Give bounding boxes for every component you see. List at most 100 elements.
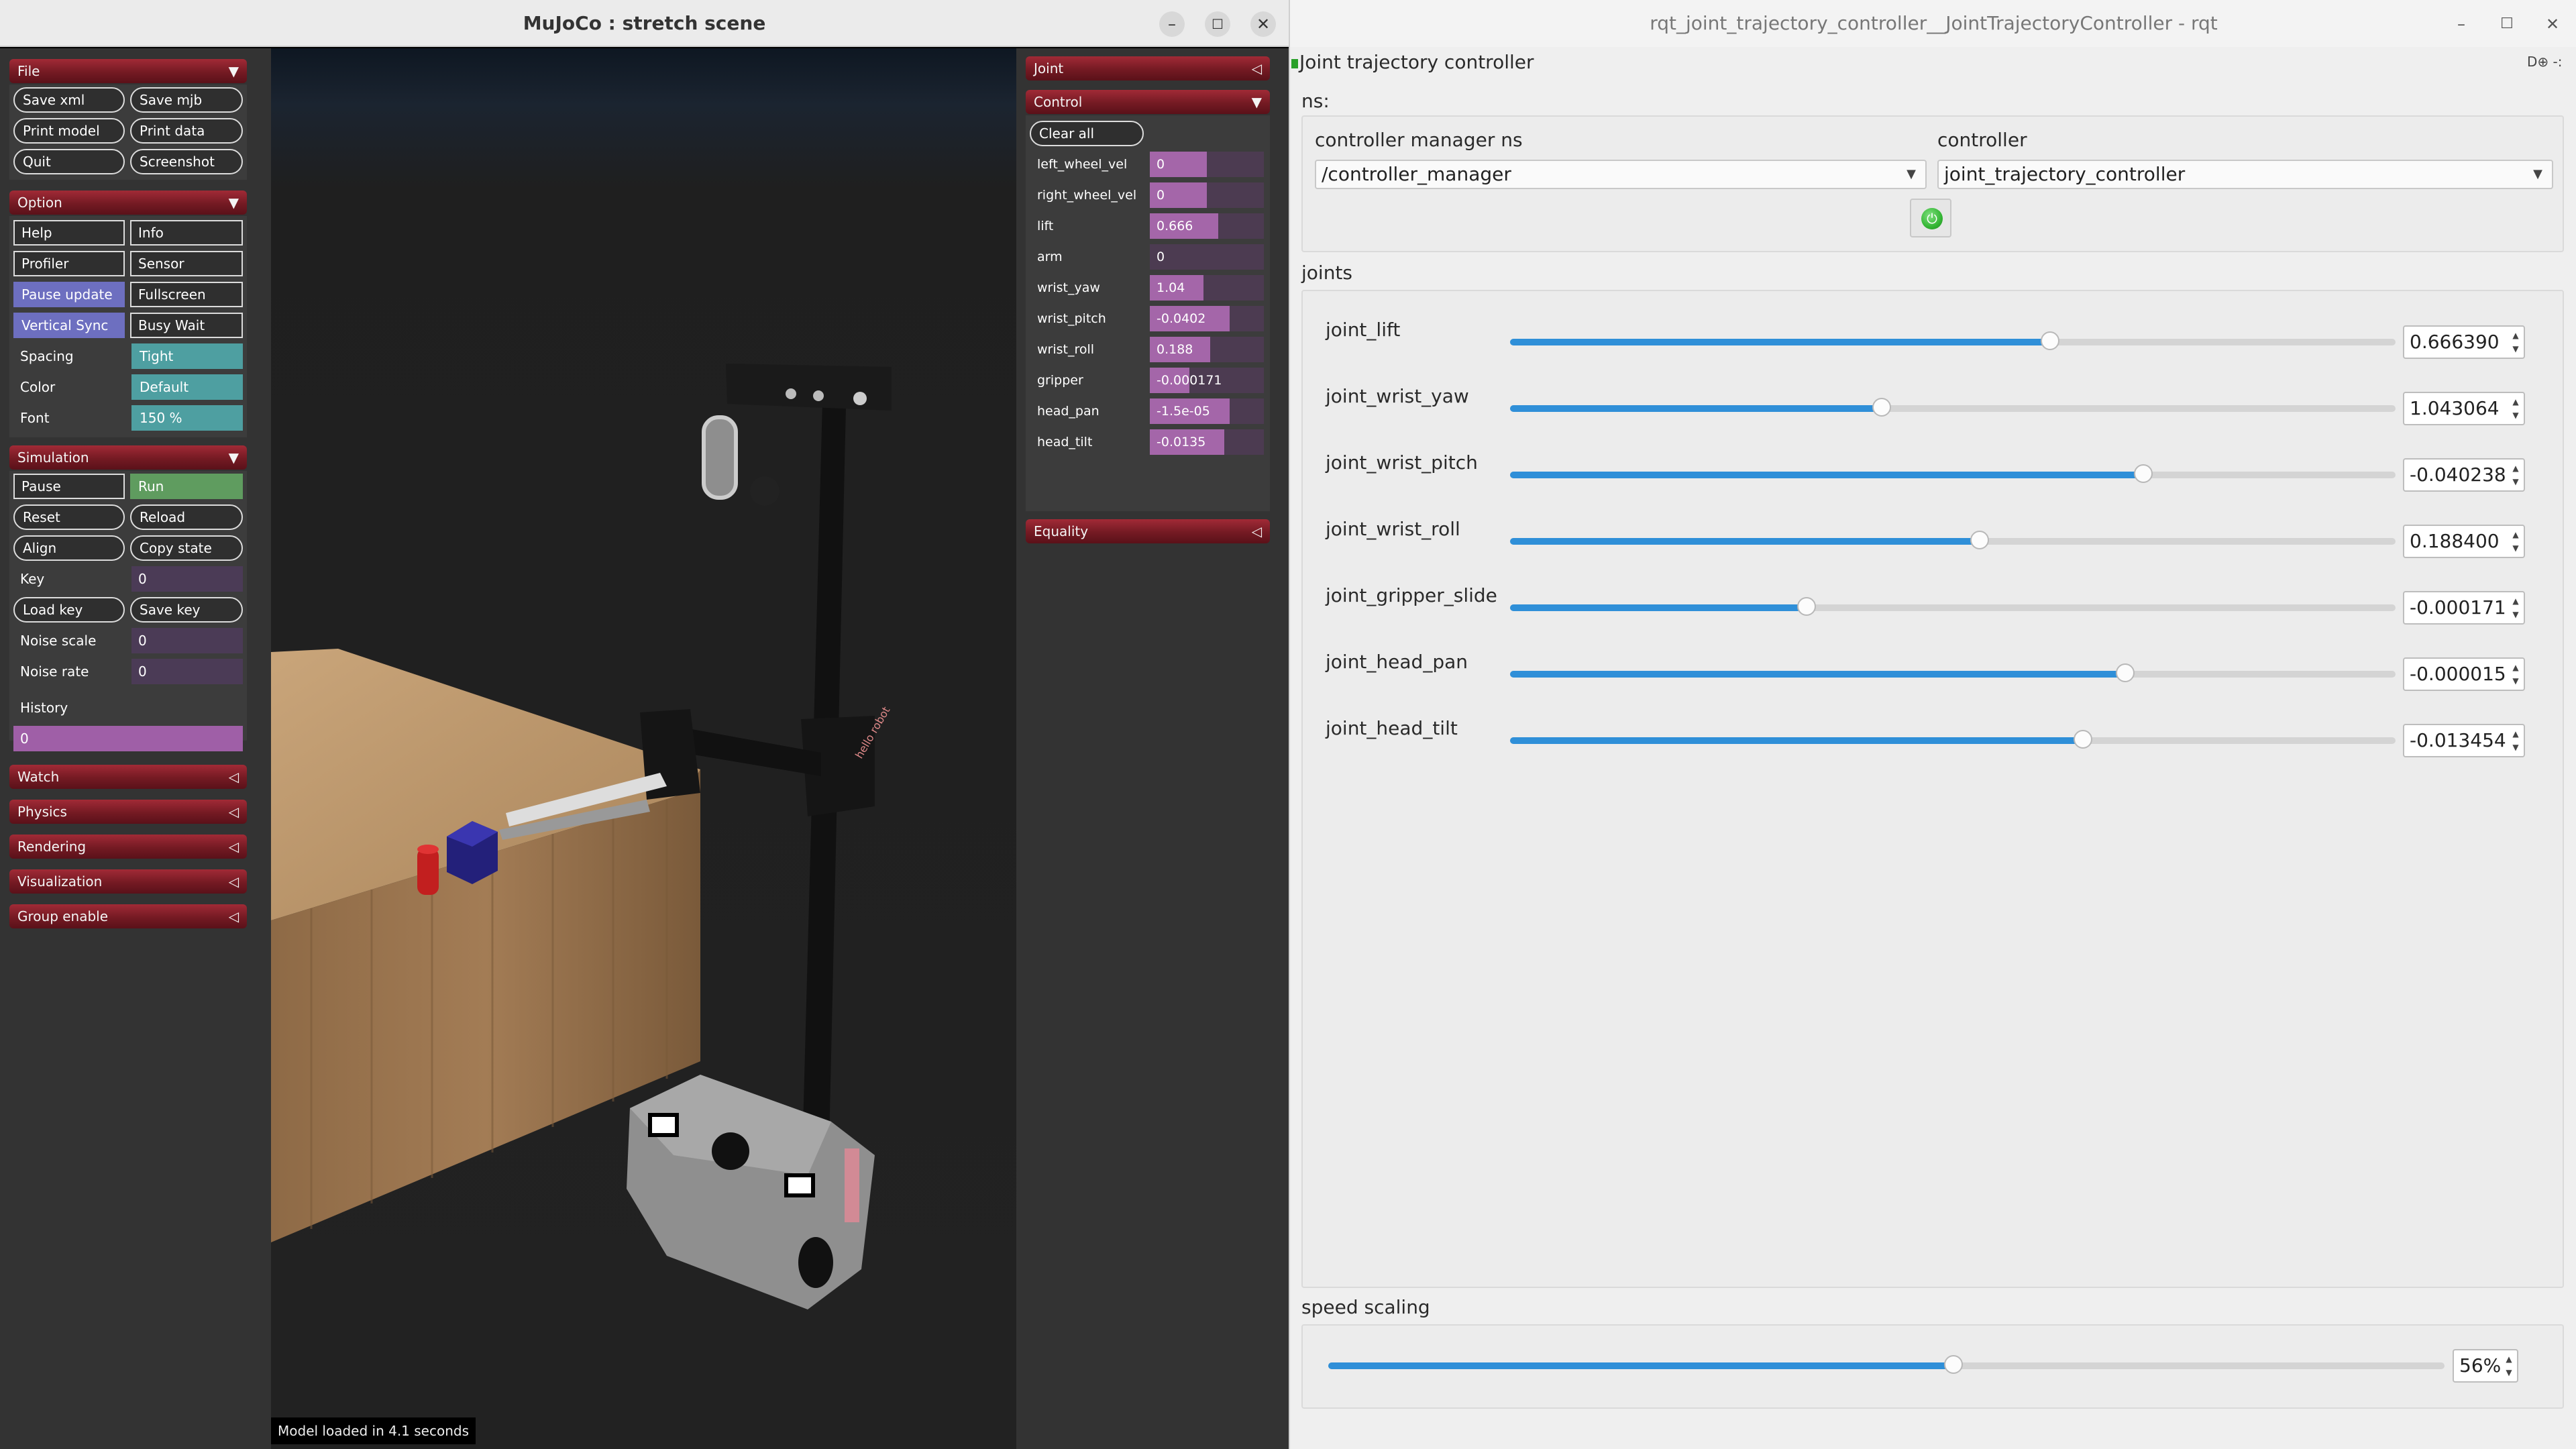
busy-wait-checkbox[interactable]: Busy Wait: [130, 313, 243, 338]
section-watch-header[interactable]: Watch ◁: [9, 765, 247, 789]
plugin-help-reload-icons[interactable]: D⊕ -:: [2527, 54, 2562, 70]
joint-slider-handle[interactable]: [2074, 730, 2092, 749]
section-simulation-header[interactable]: Simulation ▼: [9, 445, 247, 470]
speed-scaling-spinbox[interactable]: 56% ▲ ▼: [2453, 1349, 2518, 1383]
spin-down-icon[interactable]: ▼: [2510, 676, 2521, 686]
save-xml-button[interactable]: Save xml: [13, 87, 125, 113]
spin-up-icon[interactable]: ▲: [2510, 596, 2521, 606]
control-slider[interactable]: 0.188: [1150, 337, 1264, 362]
clear-all-button[interactable]: Clear all: [1030, 121, 1144, 146]
reload-button[interactable]: Reload: [130, 504, 243, 530]
joint-value-spinbox[interactable]: 0.666390 ▲ ▼: [2403, 325, 2525, 359]
joint-slider[interactable]: [1510, 464, 2396, 483]
spin-down-icon[interactable]: ▼: [2504, 1368, 2514, 1377]
spacing-select[interactable]: Tight: [131, 343, 243, 369]
info-checkbox[interactable]: Info: [130, 220, 243, 246]
align-button[interactable]: Align: [13, 535, 125, 561]
section-equality-header[interactable]: Equality ◁: [1026, 519, 1270, 543]
joint-value-spinbox[interactable]: 1.043064 ▲ ▼: [2403, 392, 2525, 425]
section-file-header[interactable]: File ▼: [9, 59, 247, 83]
spin-up-icon[interactable]: ▲: [2510, 530, 2521, 539]
plugin-drag-handle[interactable]: [1291, 59, 1298, 68]
load-key-button[interactable]: Load key: [13, 597, 125, 623]
speed-scaling-slider[interactable]: [1328, 1355, 2445, 1374]
spin-up-icon[interactable]: ▲: [2510, 663, 2521, 672]
key-slider[interactable]: 0: [131, 566, 243, 592]
section-option-header[interactable]: Option ▼: [9, 191, 247, 215]
control-slider[interactable]: 0: [1150, 244, 1264, 270]
joint-slider-handle[interactable]: [2041, 331, 2059, 350]
reset-button[interactable]: Reset: [13, 504, 125, 530]
spin-down-icon[interactable]: ▼: [2510, 477, 2521, 486]
minimize-icon[interactable]: –: [2448, 11, 2475, 38]
spin-up-icon[interactable]: ▲: [2510, 397, 2521, 407]
spin-down-icon[interactable]: ▼: [2510, 543, 2521, 553]
joint-slider[interactable]: [1510, 331, 2396, 350]
controller-combo[interactable]: joint_trajectory_controller ▼: [1937, 160, 2553, 189]
maximize-icon[interactable]: ☐: [2493, 11, 2520, 38]
spin-up-icon[interactable]: ▲: [2504, 1354, 2514, 1364]
copy-state-button[interactable]: Copy state: [130, 535, 243, 561]
section-group-enable-header[interactable]: Group enable ◁: [9, 904, 247, 928]
quit-button[interactable]: Quit: [13, 149, 125, 174]
screenshot-button[interactable]: Screenshot: [130, 149, 243, 174]
joint-value-spinbox[interactable]: -0.000015 ▲ ▼: [2403, 657, 2525, 691]
control-slider[interactable]: -0.000171: [1150, 368, 1264, 393]
color-select[interactable]: Default: [131, 374, 243, 400]
control-slider[interactable]: -0.0135: [1150, 429, 1264, 455]
minimize-icon[interactable]: –: [1159, 11, 1185, 37]
joint-slider-handle[interactable]: [1797, 597, 1816, 616]
section-visualization-header[interactable]: Visualization ◁: [9, 869, 247, 894]
profiler-checkbox[interactable]: Profiler: [13, 251, 125, 276]
control-slider[interactable]: -0.0402: [1150, 306, 1264, 331]
pause-update-checkbox[interactable]: Pause update: [13, 282, 125, 307]
control-slider[interactable]: 0: [1150, 182, 1264, 208]
save-mjb-button[interactable]: Save mjb: [130, 87, 243, 113]
joint-value-spinbox[interactable]: -0.040238 ▲ ▼: [2403, 458, 2525, 492]
spin-up-icon[interactable]: ▲: [2510, 331, 2521, 340]
joint-value-spinbox[interactable]: -0.000171 ▲ ▼: [2403, 591, 2525, 625]
section-physics-header[interactable]: Physics ◁: [9, 800, 247, 824]
spin-down-icon[interactable]: ▼: [2510, 610, 2521, 619]
controller-manager-ns-combo[interactable]: /controller_manager ▼: [1315, 160, 1927, 189]
joint-slider-handle[interactable]: [1872, 398, 1891, 417]
joint-slider[interactable]: [1510, 730, 2396, 749]
joint-slider[interactable]: [1510, 663, 2396, 682]
rqt-titlebar[interactable]: rqt_joint_trajectory_controller__JointTr…: [1290, 0, 2576, 47]
help-checkbox[interactable]: Help: [13, 220, 125, 246]
joint-slider[interactable]: [1510, 531, 2396, 549]
sensor-checkbox[interactable]: Sensor: [130, 251, 243, 276]
maximize-icon[interactable]: ☐: [1205, 11, 1230, 37]
spin-down-icon[interactable]: ▼: [2510, 344, 2521, 354]
font-select[interactable]: 150 %: [131, 405, 243, 431]
noise-scale-slider[interactable]: 0: [131, 628, 243, 653]
print-model-button[interactable]: Print model: [13, 118, 125, 144]
mujoco-titlebar[interactable]: MuJoCo : stretch scene – ☐ ✕: [0, 0, 1289, 47]
joint-value-spinbox[interactable]: 0.188400 ▲ ▼: [2403, 525, 2525, 558]
run-radio[interactable]: Run: [130, 474, 243, 499]
spin-down-icon[interactable]: ▼: [2510, 743, 2521, 752]
section-rendering-header[interactable]: Rendering ◁: [9, 835, 247, 859]
control-slider[interactable]: 1.04: [1150, 275, 1264, 301]
pause-radio[interactable]: Pause: [13, 474, 125, 499]
section-joint-header[interactable]: Joint ◁: [1026, 56, 1270, 80]
simulation-viewport[interactable]: hello robot Model loaded in 4.1 seconds: [271, 48, 1016, 1449]
spin-down-icon[interactable]: ▼: [2510, 411, 2521, 420]
vertical-sync-checkbox[interactable]: Vertical Sync: [13, 313, 125, 338]
save-key-button[interactable]: Save key: [130, 597, 243, 623]
close-icon[interactable]: ✕: [1250, 11, 1276, 37]
joint-slider-handle[interactable]: [2134, 464, 2153, 483]
enable-controller-button[interactable]: ⏻: [1910, 199, 1951, 237]
joint-slider-handle[interactable]: [1970, 531, 1989, 549]
fullscreen-checkbox[interactable]: Fullscreen: [130, 282, 243, 307]
joint-value-spinbox[interactable]: -0.013454 ▲ ▼: [2403, 724, 2525, 757]
spin-up-icon[interactable]: ▲: [2510, 464, 2521, 473]
joint-slider[interactable]: [1510, 597, 2396, 616]
close-icon[interactable]: ✕: [2539, 11, 2566, 38]
noise-rate-slider[interactable]: 0: [131, 659, 243, 684]
section-control-header[interactable]: Control ▼: [1026, 90, 1270, 114]
history-slider[interactable]: 0: [13, 726, 243, 751]
control-slider[interactable]: 0: [1150, 152, 1264, 177]
joint-slider-handle[interactable]: [2116, 663, 2135, 682]
joint-slider[interactable]: [1510, 398, 2396, 417]
